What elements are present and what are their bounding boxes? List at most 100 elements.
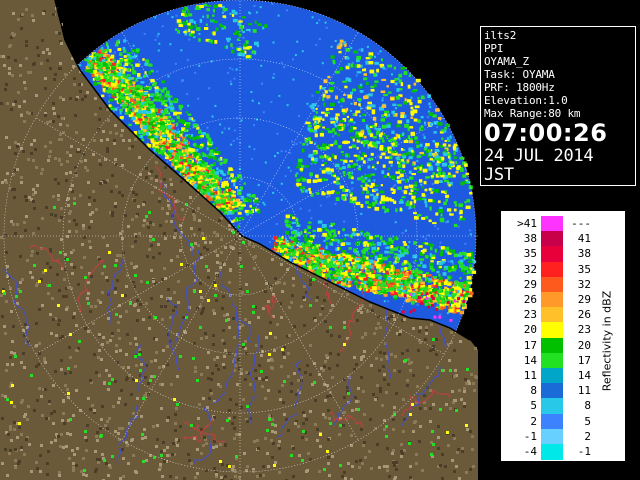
echo-cell bbox=[312, 229, 317, 232]
terrain-pixel bbox=[175, 407, 178, 410]
echo-speckle bbox=[394, 183, 397, 186]
terrain-pixel bbox=[115, 163, 118, 166]
echo-speckle bbox=[171, 16, 174, 19]
echo-speckle bbox=[321, 62, 324, 65]
echo-cell bbox=[120, 93, 124, 96]
terrain-pixel bbox=[441, 453, 444, 456]
terrain-pixel bbox=[58, 319, 61, 322]
echo-speckle bbox=[276, 132, 279, 135]
terrain-pixel bbox=[59, 123, 62, 126]
terrain-pixel bbox=[54, 157, 57, 160]
echo-cell bbox=[254, 199, 259, 203]
echo-cell bbox=[135, 48, 140, 52]
echo-cell bbox=[223, 180, 229, 185]
terrain-pixel bbox=[71, 272, 74, 275]
terrain-pixel bbox=[164, 237, 167, 240]
terrain-pixel bbox=[336, 364, 339, 367]
terrain-pixel bbox=[42, 51, 45, 54]
terrain-pixel bbox=[439, 464, 442, 467]
terrain-pixel bbox=[106, 244, 109, 247]
terrain-pixel bbox=[97, 128, 100, 131]
terrain-pixel bbox=[4, 395, 7, 398]
terrain-pixel bbox=[407, 358, 410, 361]
echo-speckle bbox=[334, 40, 337, 42]
terrain-pixel bbox=[12, 34, 15, 37]
echo-cell bbox=[193, 171, 196, 175]
terrain-pixel bbox=[40, 395, 43, 398]
terrain-pixel bbox=[412, 430, 415, 433]
echo-cell bbox=[323, 250, 329, 254]
echo-speckle bbox=[360, 212, 363, 215]
echo-cell bbox=[148, 63, 152, 67]
terrain-pixel bbox=[393, 464, 396, 467]
echo-speckle bbox=[276, 152, 279, 154]
echo-speckle bbox=[377, 52, 380, 55]
echo-cell bbox=[363, 287, 366, 292]
echo-cell bbox=[438, 265, 442, 269]
terrain-pixel bbox=[45, 417, 48, 420]
terrain-pixel bbox=[57, 115, 60, 118]
echo-cell bbox=[176, 138, 180, 142]
echo-cell bbox=[111, 62, 116, 65]
terrain-pixel bbox=[44, 145, 47, 148]
terrain-pixel bbox=[71, 184, 74, 187]
echo-cell bbox=[193, 151, 198, 156]
terrain-pixel bbox=[451, 459, 454, 462]
terrain-pixel bbox=[150, 360, 153, 363]
terrain-pixel bbox=[38, 308, 41, 311]
echo-speckle bbox=[242, 36, 245, 39]
echo-speckle bbox=[431, 183, 434, 185]
terrain-pixel bbox=[155, 161, 158, 164]
terrain-pixel bbox=[226, 313, 229, 316]
terrain-pixel bbox=[81, 243, 84, 246]
terrain-pixel bbox=[262, 465, 265, 468]
echo-cell bbox=[169, 103, 173, 106]
echo-cell bbox=[385, 272, 390, 275]
echo-cell bbox=[216, 167, 219, 171]
terrain-pixel bbox=[469, 468, 472, 471]
terrain-pixel bbox=[160, 295, 163, 298]
echo-cell bbox=[357, 253, 360, 257]
echo-speckle bbox=[395, 107, 397, 110]
terrain-pixel bbox=[283, 413, 286, 416]
echo-cell bbox=[425, 272, 429, 275]
terrain-pixel bbox=[94, 97, 97, 100]
terrain-pixel bbox=[326, 384, 329, 387]
terrain-pixel bbox=[44, 87, 47, 90]
terrain-pixel bbox=[286, 268, 289, 271]
echo-cell bbox=[116, 60, 120, 64]
terrain-pixel bbox=[121, 129, 124, 132]
echo-cell bbox=[343, 267, 348, 271]
terrain-pixel bbox=[145, 167, 148, 170]
terrain-pixel bbox=[282, 401, 285, 404]
echo-cell bbox=[233, 190, 236, 194]
terrain-pixel bbox=[231, 422, 234, 425]
terrain-pixel bbox=[30, 470, 33, 473]
echo-cell bbox=[117, 98, 121, 103]
terrain-pixel bbox=[463, 402, 466, 405]
terrain-pixel bbox=[188, 459, 191, 462]
terrain-pixel bbox=[359, 459, 362, 462]
echo-cell bbox=[469, 291, 474, 295]
terrain-pixel bbox=[55, 31, 58, 34]
terrain-pixel bbox=[302, 296, 305, 299]
echo-cell bbox=[374, 263, 378, 266]
terrain-pixel bbox=[44, 77, 47, 80]
terrain-pixel bbox=[152, 425, 155, 428]
terrain-pixel bbox=[387, 317, 390, 320]
terrain-pixel bbox=[36, 399, 39, 402]
terrain-pixel bbox=[400, 443, 403, 446]
echo-cell bbox=[368, 281, 373, 285]
echo-speckle bbox=[308, 209, 311, 212]
terrain-pixel bbox=[101, 453, 104, 456]
terrain-pixel bbox=[429, 407, 432, 410]
echo-cell bbox=[201, 181, 206, 186]
terrain-pixel bbox=[278, 440, 281, 443]
echo-cell bbox=[418, 291, 422, 294]
echo-cell bbox=[124, 58, 128, 62]
echo-cell bbox=[387, 255, 391, 258]
echo-cell bbox=[215, 187, 219, 190]
echo-cell bbox=[325, 255, 329, 259]
terrain-pixel bbox=[8, 72, 11, 75]
terrain-pixel bbox=[60, 216, 63, 219]
